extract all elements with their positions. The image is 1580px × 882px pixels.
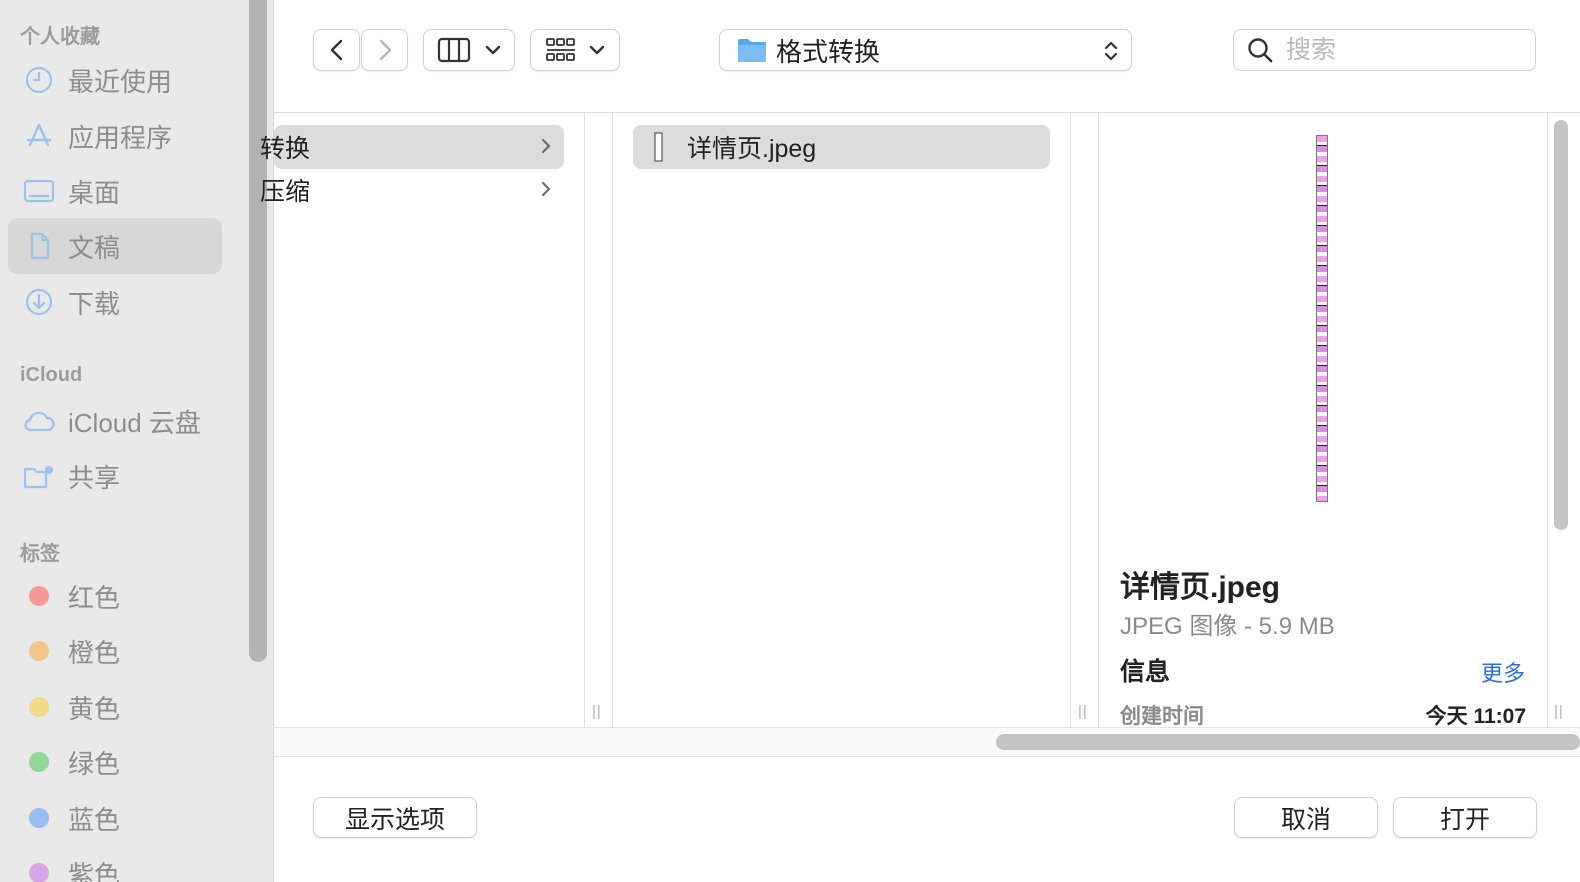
preview-vertical-scrollbar[interactable]	[1554, 120, 1568, 530]
folder-icon	[738, 39, 766, 62]
path-popup[interactable]: 格式转换	[719, 29, 1132, 71]
download-icon	[22, 285, 56, 319]
sidebar-item-label: 紫色	[68, 859, 121, 882]
column-separator	[1070, 113, 1071, 727]
search-field[interactable]	[1233, 29, 1536, 71]
sidebar-item-icloud-drive[interactable]: iCloud 云盘	[8, 393, 222, 449]
horizontal-scrollbar-thumb[interactable]	[996, 734, 1580, 750]
sidebar: 个人收藏 最近使用 应用程序 桌面 文稿 下载 iCloud iCloud 云盘…	[0, 0, 274, 882]
desktop-icon	[22, 174, 56, 208]
sidebar-item-label: 应用程序	[68, 122, 173, 153]
group-button[interactable]	[530, 29, 620, 71]
preview-kind-size: JPEG 图像 - 5.9 MB	[1120, 613, 1335, 640]
cancel-button[interactable]: 取消	[1234, 797, 1378, 838]
preview-thumbnail	[1316, 135, 1328, 502]
column-resize-handle[interactable]: ||	[1554, 703, 1564, 720]
sidebar-item-applications[interactable]: 应用程序	[8, 108, 222, 164]
row-label: 压缩	[260, 178, 311, 206]
forward-button[interactable]	[361, 29, 408, 71]
icloud-section-label: iCloud	[20, 364, 83, 386]
sidebar-item-label: 红色	[68, 582, 121, 613]
chevron-right-icon	[542, 182, 550, 196]
sidebar-scrollbar[interactable]	[249, 0, 267, 662]
chevron-right-icon	[379, 39, 391, 61]
sidebar-item-label: 绿色	[68, 748, 121, 779]
sidebar-item-label: 黄色	[68, 693, 121, 724]
image-file-icon	[654, 132, 663, 162]
column1-row-compress[interactable]: 压缩	[260, 168, 564, 212]
path-folder-label: 格式转换	[776, 36, 881, 67]
column-resize-handle[interactable]: ||	[1078, 703, 1088, 720]
sidebar-item-shared[interactable]: 共享	[8, 448, 222, 504]
sidebar-tag-blue[interactable]: 蓝色	[8, 790, 222, 846]
group-grid-icon	[546, 38, 575, 61]
tag-color-dot	[29, 641, 49, 661]
sidebar-item-label: 桌面	[68, 177, 121, 208]
clock-icon	[22, 63, 56, 97]
sidebar-item-label: iCloud 云盘	[68, 407, 201, 438]
search-input[interactable]	[1286, 35, 1506, 65]
sidebar-item-label: 蓝色	[68, 804, 121, 835]
favorites-section-label: 个人收藏	[20, 26, 100, 48]
cloud-icon	[22, 404, 56, 438]
column-separator	[584, 113, 585, 727]
chevron-down-icon	[589, 45, 605, 55]
tag-color-dot	[29, 752, 49, 772]
sidebar-item-label: 最近使用	[68, 66, 173, 97]
shared-folder-icon	[22, 459, 56, 493]
more-link[interactable]: 更多	[1481, 656, 1525, 688]
view-mode-button[interactable]	[423, 29, 515, 71]
sidebar-tag-red[interactable]: 红色	[8, 568, 222, 624]
created-label: 创建时间	[1120, 705, 1204, 728]
sidebar-tag-orange[interactable]: 橙色	[8, 623, 222, 679]
column-separator	[1547, 113, 1548, 727]
chevron-left-icon	[330, 39, 342, 61]
toolbar-divider	[274, 112, 1580, 113]
preview-filename: 详情页.jpeg	[1120, 571, 1281, 604]
sidebar-item-desktop[interactable]: 桌面	[8, 163, 222, 219]
search-icon	[1248, 38, 1273, 63]
tag-color-dot	[29, 808, 49, 828]
sidebar-item-label: 共享	[68, 462, 121, 493]
sidebar-tag-purple[interactable]: 紫色	[8, 845, 222, 882]
sidebar-item-label: 下载	[68, 288, 121, 319]
applications-icon	[22, 119, 56, 153]
sidebar-item-label: 文稿	[68, 232, 121, 263]
column-resize-handle[interactable]: ||	[592, 703, 602, 720]
column-separator	[1098, 113, 1099, 727]
column-separator	[612, 113, 613, 727]
document-icon	[22, 229, 56, 263]
sidebar-tag-green[interactable]: 绿色	[8, 734, 222, 790]
tag-color-dot	[29, 586, 49, 606]
row-label: 转换	[260, 135, 311, 163]
sidebar-item-documents[interactable]: 文稿	[8, 218, 222, 274]
chevron-right-icon	[542, 139, 550, 153]
sidebar-item-downloads[interactable]: 下载	[8, 274, 222, 330]
tag-color-dot	[29, 863, 49, 882]
preview-info-heading: 信息	[1120, 658, 1171, 686]
sidebar-tag-yellow[interactable]: 黄色	[8, 679, 222, 735]
open-button[interactable]: 打开	[1393, 797, 1537, 838]
column1-row-convert[interactable]: 转换	[260, 125, 564, 169]
created-value: 今天 11:07	[1425, 705, 1526, 728]
show-options-button[interactable]: 显示选项	[313, 797, 477, 838]
tags-section-label: 标签	[20, 543, 60, 565]
row-label: 详情页.jpeg	[687, 135, 817, 163]
sidebar-item-recents[interactable]: 最近使用	[8, 52, 222, 108]
back-button[interactable]	[313, 29, 360, 71]
chevron-down-icon	[485, 45, 501, 55]
column2-row-file[interactable]: 详情页.jpeg	[633, 125, 1050, 169]
up-down-chevron-icon	[1104, 41, 1118, 61]
tag-color-dot	[29, 697, 49, 717]
sidebar-item-label: 橙色	[68, 637, 121, 668]
columns-view-icon	[437, 37, 471, 63]
